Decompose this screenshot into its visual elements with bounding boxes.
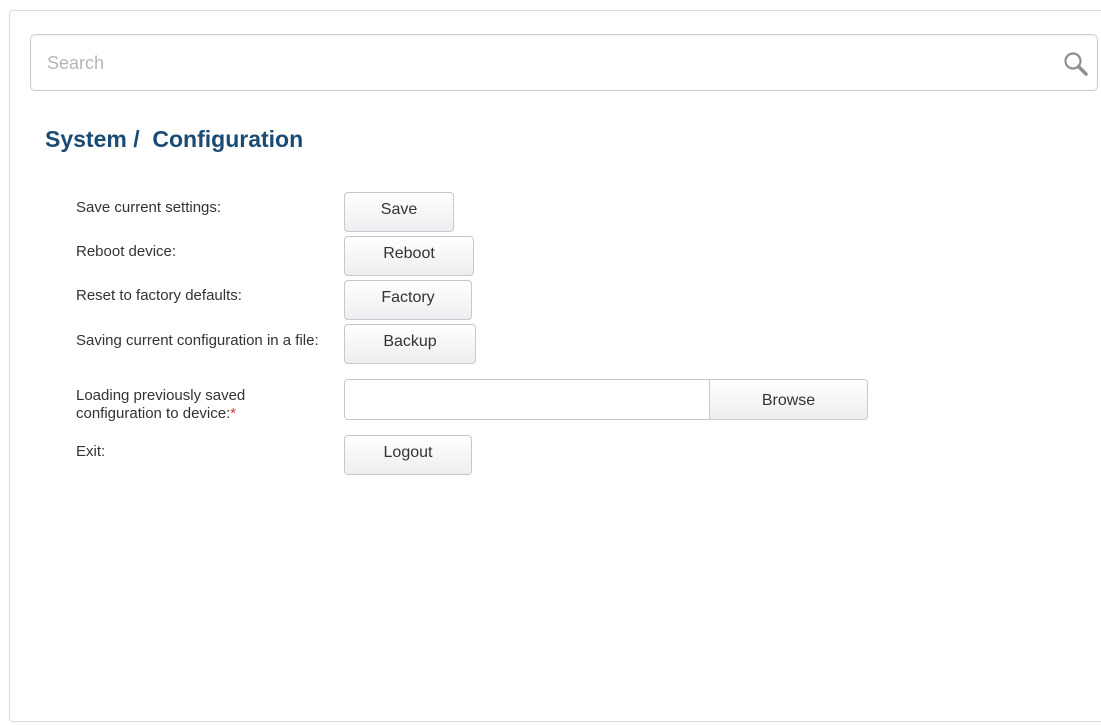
config-file-field[interactable] [345,380,709,419]
search-input[interactable] [45,35,1009,92]
reboot-device-label: Reboot device: [76,243,177,260]
load-config-label: Loading previously saved configuration t… [76,387,326,423]
config-file-picker[interactable]: Browse [344,379,868,420]
content-panel [9,10,1101,722]
save-settings-label: Save current settings: [76,199,222,216]
load-config-label-text: Loading previously saved configuration t… [76,387,246,422]
factory-reset-label: Reset to factory defaults: [76,287,242,304]
logout-button[interactable]: Logout [344,435,472,475]
exit-label: Exit: [76,443,106,460]
backup-button[interactable]: Backup [344,324,476,364]
page-title: System / Configuration [45,126,304,152]
required-marker: * [230,405,237,422]
browse-button[interactable]: Browse [709,380,867,419]
backup-config-label: Saving current configuration in a file: [76,332,319,349]
reboot-button[interactable]: Reboot [344,236,474,276]
search-icon[interactable] [1063,51,1089,77]
factory-button[interactable]: Factory [344,280,472,320]
save-button[interactable]: Save [344,192,454,232]
search-box[interactable] [30,34,1098,92]
